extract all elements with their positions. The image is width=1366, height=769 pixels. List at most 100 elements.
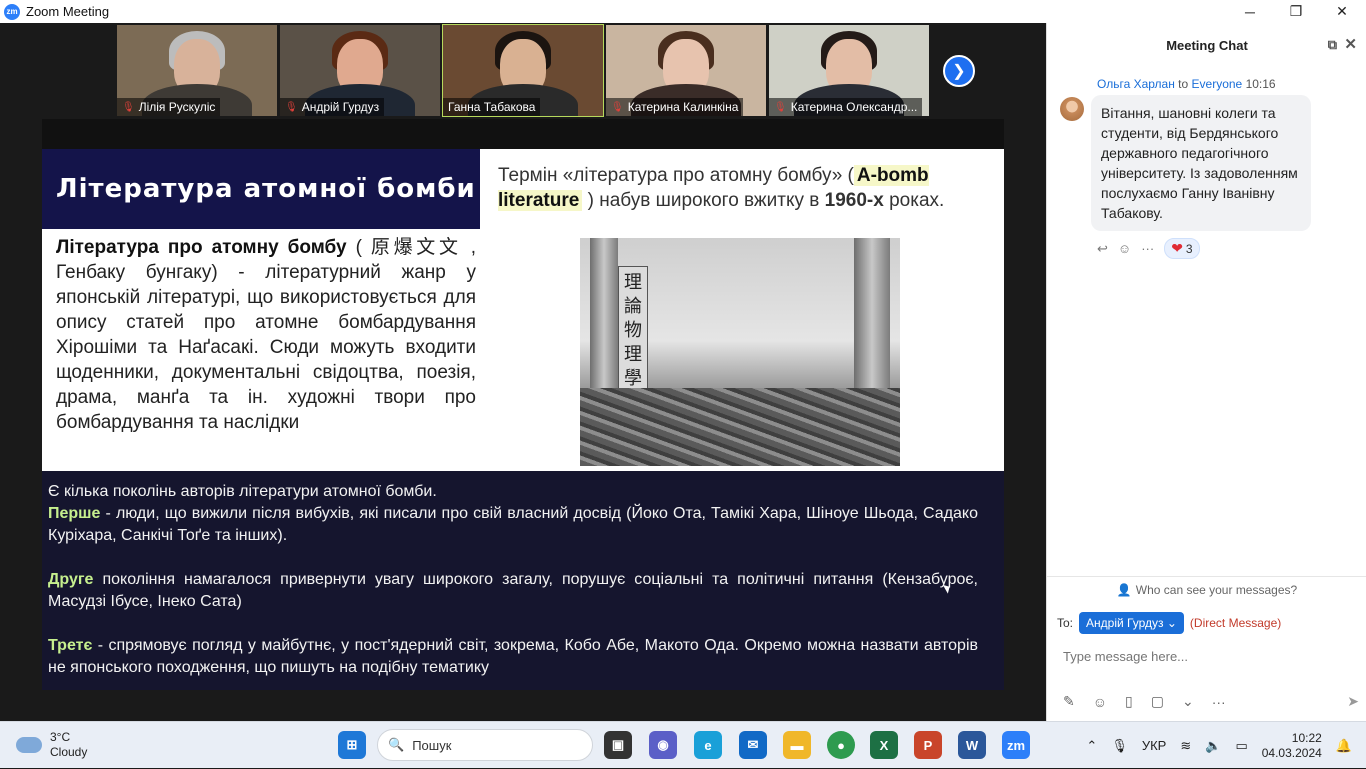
task-view-icon[interactable]: ▣ <box>604 731 632 759</box>
clock[interactable]: 10:22 04.03.2024 <box>1262 731 1322 761</box>
participant-tile[interactable]: 🎙 Катерина Калинкіна <box>606 25 766 116</box>
weather-temp: 3°C <box>50 730 71 744</box>
message-meta: Ольга Харлан to Everyone 10:16 <box>1097 77 1276 91</box>
message-bubble: Вітання, шановні колеги та студенти, від… <box>1091 95 1311 231</box>
slide-top-bar <box>42 119 1004 149</box>
generation-first: Перше - люди, що вижили після вибухів, я… <box>48 503 978 547</box>
send-icon[interactable]: ➤ <box>1347 693 1359 710</box>
taskbar-search[interactable]: 🔍 Пошук <box>377 729 593 761</box>
chevron-down-icon: ⌄ <box>1166 616 1177 630</box>
participant-label: 🎙 Лілія Рускуліс <box>117 98 221 116</box>
language-indicator[interactable]: УКР <box>1142 738 1167 753</box>
screenshot-icon[interactable]: ▢ <box>1151 693 1164 710</box>
zoom-taskbar-icon[interactable]: zm <box>1002 731 1030 759</box>
title-bar: zm Zoom Meeting ─ ❐ ✕ <box>0 0 1366 23</box>
generation-text: - спрямовує погляд у майбутнє, у пост'яд… <box>48 637 978 676</box>
more-icon[interactable]: ··· <box>1141 241 1154 256</box>
message-actions: ↩ ☺ ··· ❤ 3 <box>1097 238 1200 259</box>
chevron-up-icon[interactable]: ⌃ <box>1086 738 1097 754</box>
definition-text: ( 原爆文文 , Генбаку бунгаку) - літературний… <box>56 237 476 433</box>
participant-name: Катерина Калинкіна <box>627 100 739 114</box>
excel-icon[interactable]: X <box>870 731 898 759</box>
photo-rubble <box>580 388 900 466</box>
slide-definition: Література про атомну бомбу ( 原爆文文 , Ген… <box>56 235 476 435</box>
participant-tile-active[interactable]: Ганна Табакова <box>442 24 604 117</box>
slide-right-panel: Термін «література про атомну бомбу» (A-… <box>480 149 1004 471</box>
generation-label: Перше <box>48 505 101 522</box>
who-can-see-label: Who can see your messages? <box>1135 582 1298 597</box>
word-icon[interactable]: W <box>958 731 986 759</box>
search-icon: 🔍 <box>388 737 405 752</box>
emoji-icon[interactable]: ☺ <box>1093 694 1107 710</box>
notification-bell-icon[interactable]: 🔔 <box>1336 738 1352 754</box>
chat-app-icon[interactable]: ◉ <box>649 731 677 759</box>
chat-toolbar: ✎ ☺ ▯ ▢ ⌄ ··· ➤ <box>1063 693 1359 710</box>
cloud-icon <box>16 737 42 753</box>
taskbar: 3°C Cloudy ⊞ 🔍 Пошук ▣ ◉ e ✉ ▬ ● X P W zm … <box>0 721 1366 768</box>
participant-name: Андрій Гурдуз <box>301 100 380 114</box>
chat-panel: Meeting Chat ⧉ ✕ Ольга Харлан to Everyon… <box>1046 23 1366 721</box>
meeting-stage: 🎙 Лілія Рускуліс 🎙 Андрій Гурдуз Ганна Таб… <box>0 23 1046 721</box>
chrome-icon[interactable]: ● <box>827 731 855 759</box>
close-chat-icon[interactable]: ✕ <box>1344 35 1357 53</box>
weather-widget[interactable]: 3°C Cloudy <box>16 730 87 760</box>
close-window-icon[interactable]: ✕ <box>1319 0 1365 23</box>
hiroshima-ruins-photo: 理論物理學研究所 <box>580 238 900 466</box>
microphone-icon[interactable]: 🎙 <box>1111 738 1128 754</box>
definition-term: Література про атомну бомбу <box>56 237 347 258</box>
clock-time: 10:22 <box>1291 730 1322 745</box>
generation-text: покоління намагалося привернути увагу ши… <box>48 571 978 610</box>
weather-condition: Cloudy <box>50 745 88 759</box>
term-before: Термін «література про атомну бомбу» ( <box>498 165 854 186</box>
mail-icon[interactable]: ✉ <box>739 731 767 759</box>
avatar[interactable] <box>1060 97 1084 121</box>
heart-icon: ❤ <box>1171 240 1183 256</box>
chevron-right-icon: ❯ <box>952 63 966 80</box>
start-icon[interactable]: ⊞ <box>338 731 366 759</box>
file-icon[interactable]: ▯ <box>1125 693 1133 710</box>
clock-date: 04.03.2024 <box>1261 745 1322 760</box>
message-recipient: Everyone <box>1191 77 1243 91</box>
add-reaction-icon[interactable]: ☺ <box>1118 241 1131 256</box>
reply-icon[interactable]: ↩ <box>1097 241 1108 257</box>
shared-slide: Література атомної бомби Література про … <box>42 119 1004 690</box>
participant-strip: 🎙 Лілія Рускуліс 🎙 Андрій Гурдуз Ганна Таб… <box>0 23 1046 119</box>
powerpoint-icon[interactable]: P <box>914 731 942 759</box>
file-explorer-icon[interactable]: ▬ <box>783 731 811 759</box>
participant-label: Ганна Табакова <box>443 98 541 116</box>
term-after: ) набув широкого вжитку в <box>582 190 825 211</box>
generation-label: Друге <box>48 571 94 588</box>
battery-icon[interactable]: ▭ <box>1235 738 1247 754</box>
chat-header: Meeting Chat ⧉ ✕ <box>1047 23 1366 67</box>
chevron-down-icon[interactable]: ⌄ <box>1182 693 1194 710</box>
slide-generations: Є кілька поколінь авторів літератури ато… <box>48 481 978 701</box>
participant-tile[interactable]: 🎙 Лілія Рускуліс <box>117 25 277 116</box>
participant-label: 🎙 Катерина Олександр... <box>769 98 923 116</box>
recipient-dropdown[interactable]: Андрій Гурдуз ⌄ <box>1079 612 1184 634</box>
slide-title: Література атомної бомби <box>42 149 480 229</box>
message-sender[interactable]: Ольга Харлан <box>1097 77 1175 91</box>
minimize-icon[interactable]: ─ <box>1227 0 1273 23</box>
more-icon[interactable]: ··· <box>1212 694 1226 710</box>
participant-label: 🎙 Катерина Калинкіна <box>606 98 744 116</box>
participant-tile[interactable]: 🎙 Катерина Олександр... <box>769 25 929 116</box>
recipient-value: Андрій Гурдуз <box>1086 616 1164 630</box>
chat-message-input[interactable] <box>1063 646 1353 666</box>
who-can-see[interactable]: 👤 Who can see your messages? <box>1047 576 1366 602</box>
heart-reaction[interactable]: ❤ 3 <box>1164 238 1200 259</box>
mic-muted-icon: 🎙 <box>774 101 787 113</box>
volume-icon[interactable]: 🔈 <box>1205 738 1221 754</box>
participant-tile[interactable]: 🎙 Андрій Гурдуз <box>280 25 440 116</box>
direct-message-label: (Direct Message) <box>1189 616 1282 630</box>
generation-text: - люди, що вижили після вибухів, які пис… <box>48 505 978 544</box>
generation-label: Третє <box>48 637 93 654</box>
pop-out-icon[interactable]: ⧉ <box>1328 37 1337 53</box>
zoom-logo-icon: zm <box>4 3 20 20</box>
participant-name: Лілія Рускуліс <box>138 100 216 114</box>
edge-icon[interactable]: e <box>694 731 722 759</box>
next-participants-button[interactable]: ❯ <box>943 55 975 87</box>
format-icon[interactable]: ✎ <box>1063 693 1075 710</box>
wifi-icon[interactable]: ≋ <box>1180 738 1191 754</box>
maximize-icon[interactable]: ❐ <box>1273 0 1319 23</box>
window-title: Zoom Meeting <box>26 4 110 19</box>
